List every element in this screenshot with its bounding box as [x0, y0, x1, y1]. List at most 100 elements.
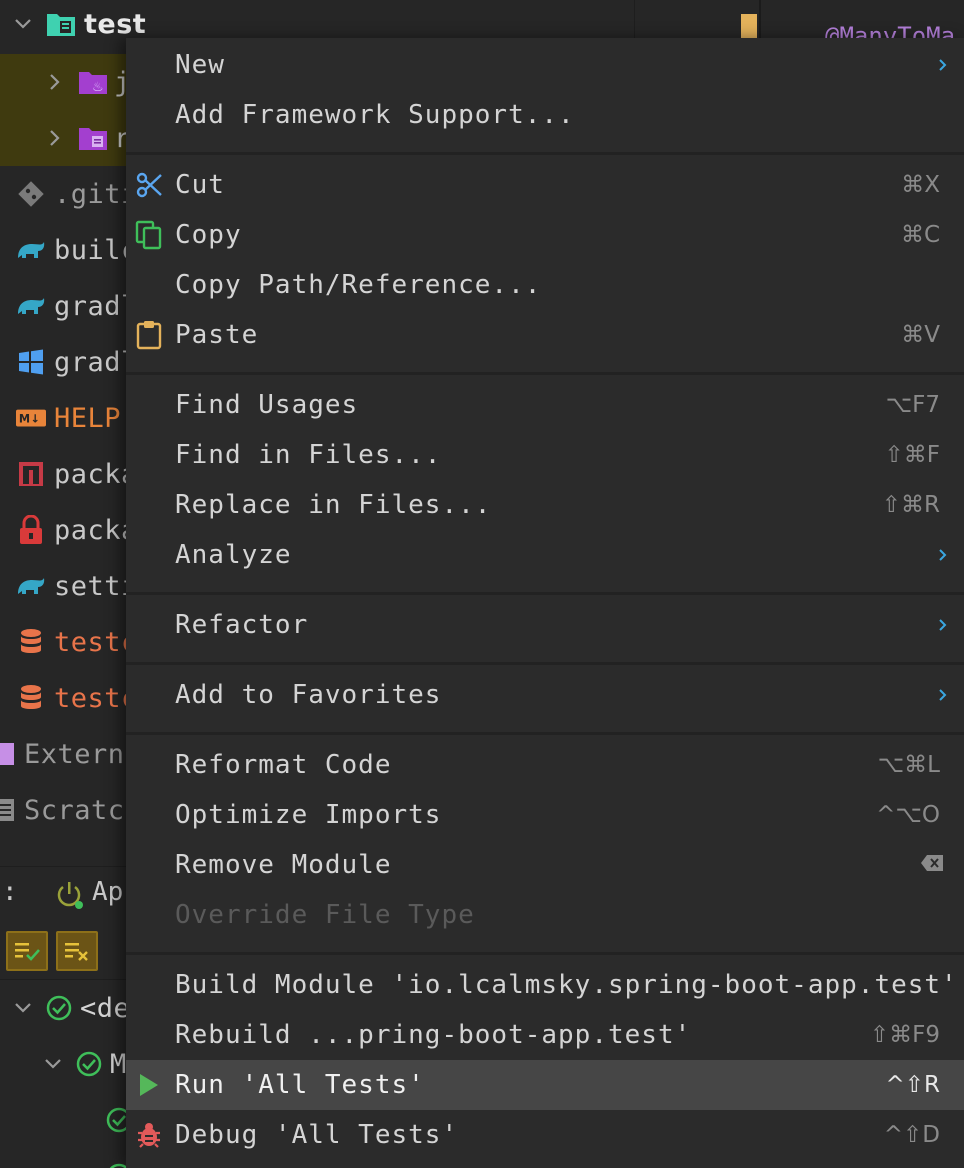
menu-item-label: Override File Type — [175, 900, 475, 930]
debug-bug-icon — [134, 1120, 164, 1150]
menu-item-debug-all-tests[interactable]: Debug 'All Tests' ^⇧D — [126, 1110, 964, 1160]
menu-item-replace-in-files[interactable]: Replace in Files... ⇧⌘R — [126, 480, 964, 530]
svg-text:♨: ♨ — [92, 80, 104, 95]
show-ignored-button[interactable] — [56, 931, 98, 971]
menu-shortcut: ⌘C — [900, 222, 940, 248]
gradle-icon — [16, 291, 46, 321]
menu-item-label: Copy Path/Reference... — [175, 270, 542, 300]
menu-item-refactor[interactable]: Refactor — [126, 600, 964, 650]
menu-separator — [126, 662, 964, 665]
menu-separator — [126, 952, 964, 955]
gradle-icon — [16, 571, 46, 601]
menu-item-label: Paste — [175, 320, 259, 350]
menu-shortcut: ⌥⌘L — [877, 752, 940, 778]
menu-shortcut: ⇧⌘F — [884, 442, 940, 468]
test-row-label: M — [110, 1048, 127, 1080]
chevron-down-icon[interactable] — [12, 997, 34, 1019]
java-source-folder-icon: ♨ — [78, 67, 108, 97]
chevron-right-icon[interactable] — [44, 71, 66, 93]
spring-boot-app-icon — [54, 879, 84, 915]
submenu-arrow-icon — [936, 618, 950, 632]
run-panel-colon: : — [2, 877, 18, 907]
submenu-arrow-icon — [936, 548, 950, 562]
menu-item-label: Rebuild ...pring-boot-app.test' — [175, 1020, 692, 1050]
menu-item-run-all-tests[interactable]: Run 'All Tests' ^⇧R — [126, 1060, 964, 1110]
menu-item-label: Run 'All Tests' — [175, 1070, 425, 1100]
menu-item-label: Find in Files... — [175, 440, 442, 470]
menu-item-reformat-code[interactable]: Reformat Code ⌥⌘L — [126, 740, 964, 790]
menu-separator — [126, 592, 964, 595]
test-folder-icon — [46, 9, 76, 39]
menu-item-label: Add to Favorites — [175, 680, 442, 710]
menu-item-build-module[interactable]: Build Module 'io.lcalmsky.spring-boot-ap… — [126, 960, 964, 1010]
menu-shortcut: ⌥F7 — [885, 392, 940, 418]
menu-item-add-to-favorites[interactable]: Add to Favorites — [126, 670, 964, 720]
database-icon — [16, 683, 46, 713]
chevron-right-icon[interactable] — [44, 127, 66, 149]
menu-separator — [126, 732, 964, 735]
menu-shortcut: ^⇧D — [883, 1122, 940, 1148]
test-passed-icon — [44, 993, 74, 1023]
scissors-icon — [134, 170, 164, 200]
library-icon — [0, 739, 20, 769]
menu-shortcut: ^⌥O — [876, 802, 940, 828]
menu-item-add-framework-support[interactable]: Add Framework Support... — [126, 90, 964, 140]
gutter-divider — [759, 0, 761, 40]
menu-item-label: Build Module 'io.lcalmsky.spring-boot-ap… — [175, 970, 958, 1000]
menu-item-label: Remove Module — [175, 850, 392, 880]
show-passed-button[interactable] — [6, 931, 48, 971]
delete-key-icon — [920, 852, 944, 878]
menu-shortcut: ⌘V — [901, 322, 940, 348]
npm-icon — [16, 459, 46, 489]
menu-item-label: Add Framework Support... — [175, 100, 575, 130]
lock-icon — [16, 515, 46, 545]
menu-item-find-usages[interactable]: Find Usages ⌥F7 — [126, 380, 964, 430]
tree-label: Externa — [24, 738, 142, 770]
resources-folder-icon — [78, 123, 108, 153]
context-menu: New Add Framework Support... Cut ⌘X Copy… — [126, 38, 964, 1168]
menu-shortcut: ⌘X — [901, 172, 940, 198]
menu-item-label: Analyze — [175, 540, 292, 570]
tree-label: Scratch — [24, 794, 142, 826]
database-icon — [16, 627, 46, 657]
menu-item-label: Debug 'All Tests' — [175, 1120, 459, 1150]
git-icon — [16, 179, 46, 209]
menu-item-analyze[interactable]: Analyze — [126, 530, 964, 580]
scratches-icon — [0, 795, 20, 825]
menu-separator — [126, 152, 964, 155]
submenu-arrow-icon — [936, 58, 950, 72]
menu-item-copy[interactable]: Copy ⌘C — [126, 210, 964, 260]
submenu-arrow-icon — [936, 688, 950, 702]
gradle-icon — [16, 235, 46, 265]
menu-shortcut: ^⇧R — [885, 1072, 940, 1098]
bookmark-marker — [741, 14, 757, 40]
menu-shortcut: ⇧⌘F9 — [869, 1022, 940, 1048]
menu-item-override-file-type: Override File Type — [126, 890, 964, 940]
svg-text:M↓: M↓ — [19, 413, 41, 426]
menu-item-paste[interactable]: Paste ⌘V — [126, 310, 964, 360]
menu-item-label: Optimize Imports — [175, 800, 442, 830]
tree-label-test: test — [84, 8, 147, 40]
windows-icon — [16, 347, 46, 377]
test-passed-icon — [74, 1049, 104, 1079]
menu-item-rebuild[interactable]: Rebuild ...pring-boot-app.test' ⇧⌘F9 — [126, 1010, 964, 1060]
clipboard-icon — [134, 320, 164, 350]
test-row-label: <de — [80, 992, 131, 1024]
menu-item-find-in-files[interactable]: Find in Files... ⇧⌘F — [126, 430, 964, 480]
chevron-down-icon[interactable] — [12, 13, 34, 35]
menu-item-label: Find Usages — [175, 390, 359, 420]
chevron-down-icon[interactable] — [42, 1053, 64, 1075]
menu-item-new[interactable]: New — [126, 40, 964, 90]
menu-shortcut: ⇧⌘R — [881, 492, 940, 518]
menu-item-cut[interactable]: Cut ⌘X — [126, 160, 964, 210]
menu-item-copy-path-reference[interactable]: Copy Path/Reference... — [126, 260, 964, 310]
menu-item-label: Cut — [175, 170, 225, 200]
menu-item-label: Refactor — [175, 610, 309, 640]
markdown-icon: M↓ — [16, 403, 46, 433]
menu-item-optimize-imports[interactable]: Optimize Imports ^⌥O — [126, 790, 964, 840]
run-tab-label[interactable]: Ap — [92, 877, 123, 907]
code-editor: @ManyToMa — [634, 0, 964, 50]
menu-item-label: New — [175, 50, 225, 80]
menu-item-label: Reformat Code — [175, 750, 392, 780]
menu-item-remove-module[interactable]: Remove Module — [126, 840, 964, 890]
